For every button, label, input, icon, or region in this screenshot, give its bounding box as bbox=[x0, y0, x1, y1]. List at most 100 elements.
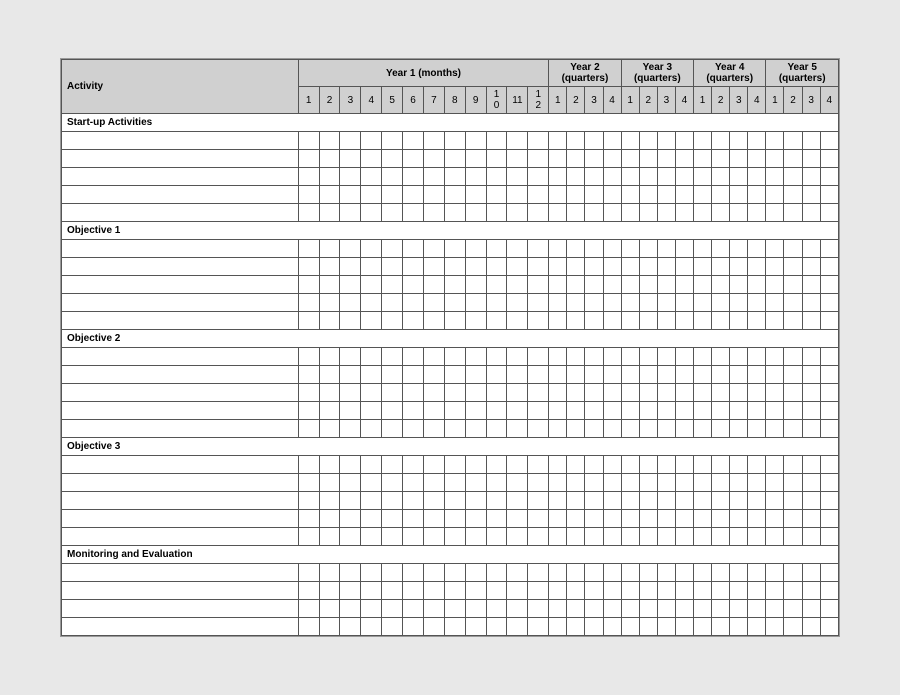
data-cell bbox=[486, 600, 507, 618]
data-cell bbox=[675, 204, 693, 222]
data-cell bbox=[361, 366, 382, 384]
data-cell bbox=[507, 366, 528, 384]
data-cell bbox=[444, 132, 465, 150]
y5-q2: 2 bbox=[784, 87, 802, 114]
data-cell bbox=[444, 510, 465, 528]
data-cell bbox=[675, 312, 693, 330]
data-cell bbox=[403, 258, 424, 276]
data-cell bbox=[298, 582, 319, 600]
data-cell bbox=[639, 204, 657, 222]
data-cell bbox=[361, 474, 382, 492]
data-cell bbox=[403, 402, 424, 420]
data-cell bbox=[423, 204, 444, 222]
data-cell bbox=[340, 384, 361, 402]
data-cell bbox=[820, 294, 838, 312]
data-cell bbox=[549, 564, 567, 582]
data-cell bbox=[748, 276, 766, 294]
data-cell bbox=[319, 564, 340, 582]
data-cell bbox=[567, 312, 585, 330]
data-cell bbox=[444, 492, 465, 510]
data-cell bbox=[567, 510, 585, 528]
data-cell bbox=[730, 204, 748, 222]
activity-cell bbox=[62, 402, 299, 420]
table-row bbox=[62, 402, 839, 420]
data-cell bbox=[423, 168, 444, 186]
data-cell bbox=[802, 240, 820, 258]
data-cell bbox=[585, 240, 603, 258]
data-cell bbox=[694, 384, 712, 402]
activity-cell bbox=[62, 456, 299, 474]
data-cell bbox=[298, 474, 319, 492]
table-row bbox=[62, 348, 839, 366]
data-cell bbox=[567, 366, 585, 384]
data-cell bbox=[730, 366, 748, 384]
data-cell bbox=[444, 150, 465, 168]
data-cell bbox=[549, 312, 567, 330]
data-cell bbox=[507, 528, 528, 546]
data-cell bbox=[382, 204, 403, 222]
data-cell bbox=[748, 456, 766, 474]
data-cell bbox=[382, 582, 403, 600]
data-cell bbox=[319, 150, 340, 168]
data-cell bbox=[382, 348, 403, 366]
data-cell bbox=[730, 582, 748, 600]
data-cell bbox=[766, 618, 784, 636]
data-cell bbox=[507, 456, 528, 474]
table-row bbox=[62, 456, 839, 474]
section-label: Monitoring and Evaluation bbox=[62, 546, 839, 564]
data-cell bbox=[802, 474, 820, 492]
data-cell bbox=[423, 420, 444, 438]
data-cell bbox=[528, 240, 549, 258]
data-cell bbox=[766, 294, 784, 312]
data-cell bbox=[528, 204, 549, 222]
data-cell bbox=[766, 492, 784, 510]
data-cell bbox=[694, 168, 712, 186]
data-cell bbox=[585, 420, 603, 438]
section-label-row: Monitoring and Evaluation bbox=[62, 546, 839, 564]
data-cell bbox=[675, 564, 693, 582]
data-cell bbox=[486, 420, 507, 438]
data-cell bbox=[567, 402, 585, 420]
data-cell bbox=[675, 456, 693, 474]
data-cell bbox=[549, 240, 567, 258]
year4-header: Year 4 (quarters) bbox=[694, 60, 766, 87]
data-cell bbox=[298, 384, 319, 402]
data-cell bbox=[712, 600, 730, 618]
data-cell bbox=[694, 276, 712, 294]
data-cell bbox=[298, 150, 319, 168]
data-cell bbox=[784, 492, 802, 510]
data-cell bbox=[784, 150, 802, 168]
data-cell bbox=[712, 258, 730, 276]
data-cell bbox=[730, 600, 748, 618]
data-cell bbox=[298, 348, 319, 366]
data-cell bbox=[712, 294, 730, 312]
section-label-row: Start-up Activities bbox=[62, 114, 839, 132]
data-cell bbox=[657, 384, 675, 402]
data-cell bbox=[340, 510, 361, 528]
table-row bbox=[62, 186, 839, 204]
section-label-row: Objective 1 bbox=[62, 222, 839, 240]
year5-sub: (quarters) bbox=[767, 73, 837, 84]
data-cell bbox=[298, 600, 319, 618]
section-label-row: Objective 3 bbox=[62, 438, 839, 456]
data-cell bbox=[748, 294, 766, 312]
y4-q2: 2 bbox=[712, 87, 730, 114]
data-cell bbox=[340, 168, 361, 186]
data-cell bbox=[657, 600, 675, 618]
data-cell bbox=[549, 618, 567, 636]
data-cell bbox=[465, 258, 486, 276]
data-cell bbox=[567, 582, 585, 600]
month-7: 7 bbox=[423, 87, 444, 114]
month-3: 3 bbox=[340, 87, 361, 114]
data-cell bbox=[507, 600, 528, 618]
data-cell bbox=[361, 528, 382, 546]
data-cell bbox=[639, 312, 657, 330]
data-cell bbox=[802, 348, 820, 366]
data-cell bbox=[340, 258, 361, 276]
data-cell bbox=[298, 312, 319, 330]
data-cell bbox=[361, 168, 382, 186]
data-cell bbox=[403, 510, 424, 528]
activity-cell bbox=[62, 564, 299, 582]
data-cell bbox=[784, 618, 802, 636]
data-cell bbox=[486, 492, 507, 510]
